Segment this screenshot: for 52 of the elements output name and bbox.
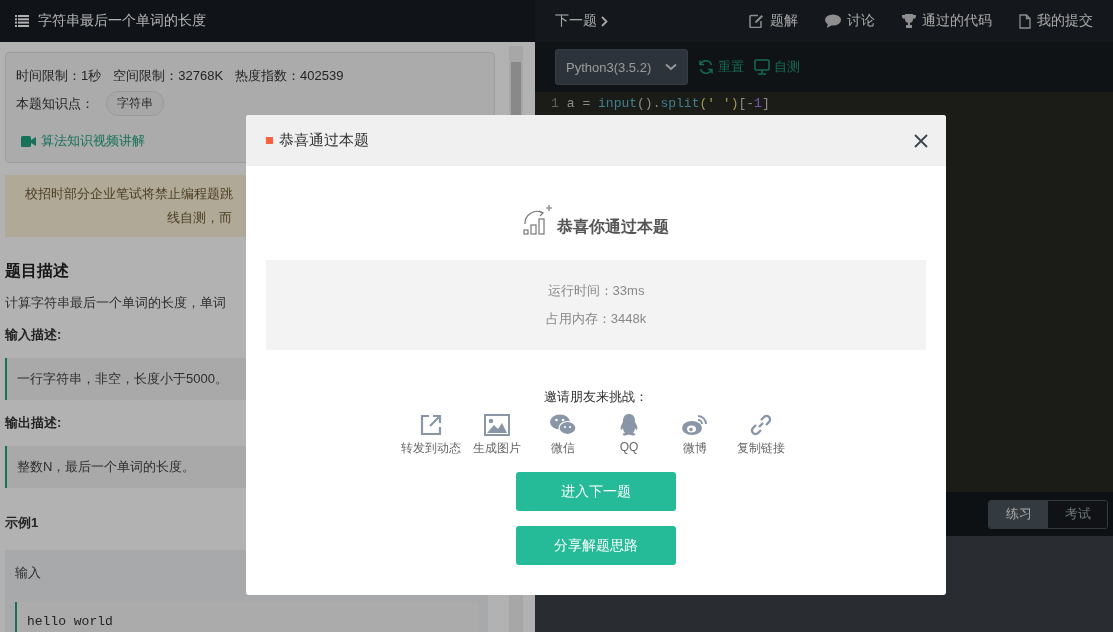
description-text: 计算字符串最后一个单词的长度，单词 bbox=[5, 294, 226, 312]
share-option[interactable]: QQ bbox=[596, 414, 662, 457]
stat-text: 占用内存：3448k bbox=[545, 310, 647, 328]
eye-signal-icon bbox=[682, 414, 708, 436]
document-icon bbox=[1019, 13, 1031, 29]
example-input-value: hello world bbox=[15, 602, 478, 632]
speech-bubble-icon bbox=[825, 14, 841, 28]
limit-text: 空间限制：32768K bbox=[113, 67, 224, 85]
title-marker-icon bbox=[266, 137, 273, 144]
nav-link[interactable]: 通过的代码 bbox=[902, 12, 992, 30]
penguin-icon bbox=[619, 414, 639, 436]
list-icon[interactable] bbox=[15, 15, 29, 27]
share-option[interactable]: 复制链接 bbox=[728, 414, 794, 457]
next-problem-link[interactable]: 下一题 bbox=[555, 12, 608, 30]
section-heading: 输出描述: bbox=[5, 414, 62, 432]
share-option[interactable]: 微博 bbox=[662, 414, 728, 457]
dialog-title: 恭喜通过本题 bbox=[279, 131, 369, 150]
code-line: a = input().split(' ')[-1] bbox=[566, 96, 770, 111]
monitor-icon bbox=[754, 59, 770, 75]
mode-tab[interactable]: 练习 bbox=[989, 500, 1048, 528]
topic-tag[interactable]: 字符串 bbox=[106, 91, 164, 116]
trophy-icon bbox=[902, 14, 916, 28]
bar-chart-arrow-icon bbox=[523, 204, 553, 238]
language-dropdown[interactable]: Python3(3.5.2) bbox=[555, 49, 688, 85]
image-icon bbox=[484, 414, 510, 436]
notice-text: 校招时部分企业笔试将禁止编程题跳 bbox=[24, 185, 233, 203]
section-heading: 输入描述: bbox=[5, 326, 62, 344]
share-option[interactable]: 微信 bbox=[530, 414, 596, 457]
link-icon bbox=[750, 414, 772, 436]
nav-link[interactable]: 题解 bbox=[749, 12, 798, 30]
nav-link[interactable]: 讨论 bbox=[825, 12, 875, 30]
chat-bubbles-icon bbox=[550, 414, 576, 436]
limit-text: 时间限制：1秒 bbox=[16, 67, 102, 85]
chevron-down-icon bbox=[665, 63, 677, 71]
line-number: 1 bbox=[551, 96, 559, 111]
share-arrow-icon bbox=[420, 414, 442, 436]
success-headline: 恭喜你通过本题 bbox=[557, 217, 669, 237]
notice-text: 线自测，而 bbox=[166, 209, 232, 227]
stat-text: 运行时间：33ms bbox=[547, 282, 645, 300]
chevron-right-icon bbox=[601, 15, 608, 27]
video-camera-icon[interactable] bbox=[21, 135, 36, 147]
close-icon[interactable] bbox=[914, 133, 928, 148]
invite-text: 邀请朋友来挑战： bbox=[544, 388, 648, 406]
example-input-label: 输入 bbox=[15, 564, 42, 582]
edit-icon bbox=[749, 14, 764, 28]
limit-text: 热度指数：402539 bbox=[235, 67, 344, 85]
example-heading: 示例1 bbox=[5, 514, 39, 532]
topic-label: 本题知识点： bbox=[16, 94, 94, 113]
problem-title: 字符串最后一个单词的长度 bbox=[38, 12, 206, 30]
refresh-icon bbox=[698, 59, 714, 75]
section-heading: 题目描述 bbox=[5, 261, 69, 281]
nav-link[interactable]: 我的提交 bbox=[1019, 12, 1093, 30]
